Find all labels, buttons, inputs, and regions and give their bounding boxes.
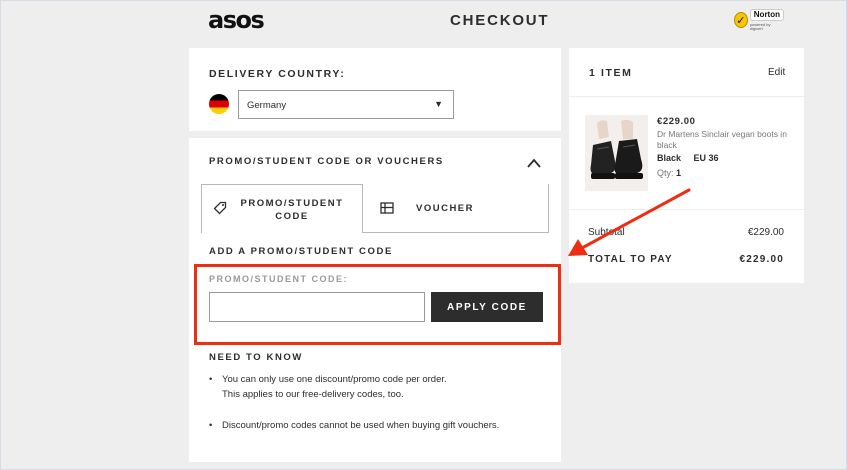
need-to-know-item: • You can only use one discount/promo cod… <box>209 372 447 402</box>
page-title: CHECKOUT <box>450 12 550 29</box>
need-to-know-item: • Discount/promo codes cannot be used whe… <box>209 418 499 433</box>
item-price: €229.00 <box>657 116 696 127</box>
chevron-down-icon: ▼ <box>434 99 443 109</box>
item-variant: Black EU 36 <box>657 153 729 163</box>
tab-divider <box>548 184 549 233</box>
need-to-know-item-line1: Discount/promo codes cannot be used when… <box>222 420 500 431</box>
promo-heading: PROMO/STUDENT CODE OR VOUCHERS <box>209 156 444 167</box>
item-name[interactable]: Dr Martens Sinclair vegan boots in black <box>657 129 787 151</box>
tag-icon <box>213 201 227 215</box>
delivery-country-heading: DELIVERY COUNTRY: <box>209 68 346 80</box>
product-image[interactable] <box>585 115 648 191</box>
add-promo-subheading: ADD A PROMO/STUDENT CODE <box>209 246 393 257</box>
item-quantity: Qty: 1 <box>657 168 681 178</box>
total-value: €229.00 <box>739 254 784 265</box>
edit-link[interactable]: Edit <box>768 67 785 78</box>
need-to-know-item-line2: This applies to our free-delivery codes,… <box>222 389 404 400</box>
tab-promo-label: PROMO/STUDENT CODE <box>238 198 346 222</box>
voucher-icon <box>380 202 394 214</box>
tab-promo-label-line1: PROMO/STUDENT <box>240 198 344 209</box>
annotation-highlight-box <box>194 264 561 345</box>
norton-badge-sub: powered by digicert <box>749 22 771 31</box>
tab-divider <box>363 232 548 233</box>
annotation-arrow <box>568 188 691 256</box>
country-select[interactable]: Germany ▼ <box>238 90 454 119</box>
country-select-value: Germany <box>247 100 287 111</box>
bullet: • <box>209 374 213 385</box>
checkmark-icon: ✓ <box>734 12 748 28</box>
tab-promo-label-line2: CODE <box>275 211 309 222</box>
item-size: EU 36 <box>693 153 719 163</box>
qty-label: Qty: <box>657 168 674 178</box>
qty-value: 1 <box>676 168 682 178</box>
norton-badge: ✓ Norton powered by digicert <box>734 7 784 33</box>
divider <box>569 96 804 97</box>
item-color: Black <box>657 153 682 163</box>
need-to-know-heading: NEED TO KNOW <box>209 352 303 363</box>
norton-badge-name: Norton <box>749 9 784 21</box>
subtotal-value: €229.00 <box>747 227 784 238</box>
summary-heading: 1 ITEM <box>589 67 633 79</box>
asos-logo[interactable]: asos <box>208 6 265 34</box>
chevron-up-icon[interactable] <box>527 156 541 170</box>
tab-voucher-label: VOUCHER <box>416 203 475 214</box>
germany-flag-icon <box>209 94 229 114</box>
bullet: • <box>209 420 213 431</box>
need-to-know-item-line1: You can only use one discount/promo code… <box>222 374 447 385</box>
